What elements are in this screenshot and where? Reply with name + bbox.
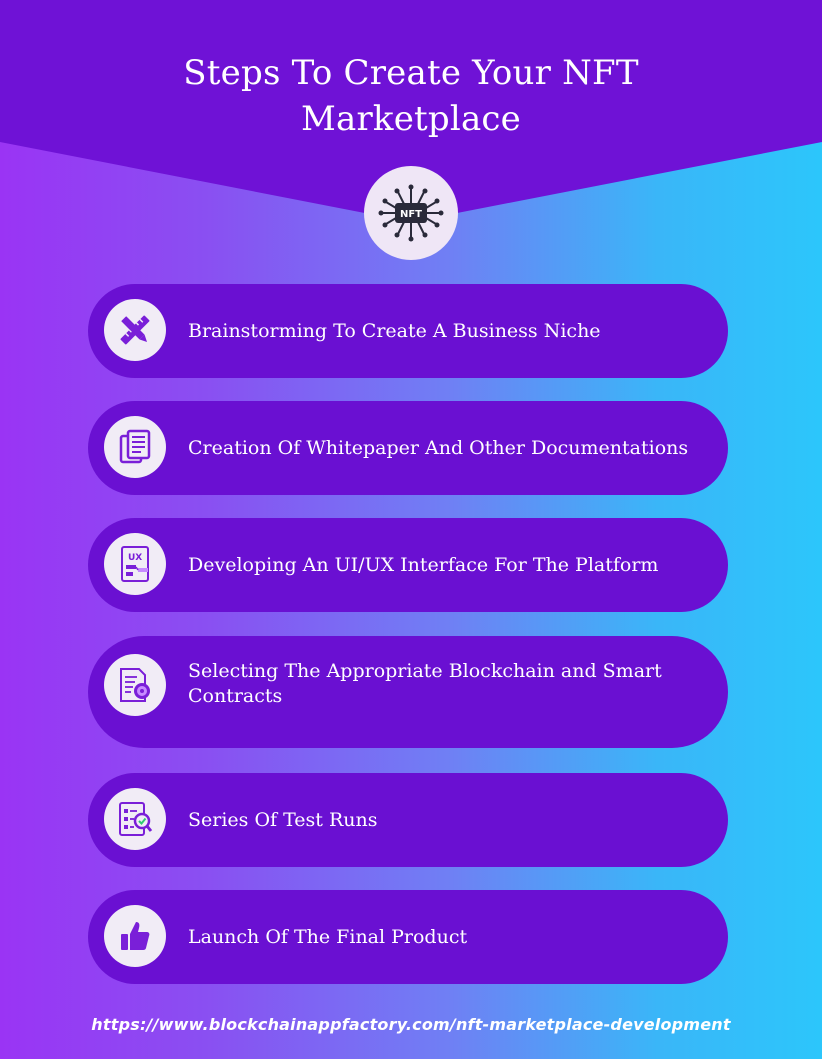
- documents-icon: [119, 429, 151, 464]
- step-brainstorming: Brainstorming To Create A Business Niche: [88, 284, 728, 378]
- step-icon-circle: [104, 416, 166, 478]
- step-label: Selecting The Appropriate Blockchain and…: [188, 660, 662, 707]
- infographic-page: Steps To Create Your NFT Marketplace NFT…: [0, 0, 822, 1059]
- step-label: Series Of Test Runs: [188, 808, 378, 831]
- step-label: Brainstorming To Create A Business Niche: [188, 319, 601, 342]
- step-label: Creation Of Whitepaper And Other Documen…: [188, 436, 689, 459]
- svg-text:UX: UX: [128, 553, 142, 563]
- step-icon-circle: [104, 654, 166, 716]
- step-icon-circle: [104, 788, 166, 850]
- step-label: Developing An UI/UX Interface For The Pl…: [188, 553, 659, 576]
- step-blockchain-selection: Selecting The Appropriate Blockchain and…: [88, 636, 728, 748]
- ux-design-icon: UX: [121, 546, 149, 582]
- pencil-ruler-icon: [120, 315, 150, 345]
- step-launch: Launch Of The Final Product: [88, 890, 728, 984]
- step-whitepaper: Creation Of Whitepaper And Other Documen…: [88, 401, 728, 495]
- title-line-2: Marketplace: [301, 99, 521, 139]
- step-icon-circle: [104, 299, 166, 361]
- nft-badge: NFT: [364, 166, 458, 260]
- page-title: Steps To Create Your NFT Marketplace: [0, 50, 822, 142]
- footer-url[interactable]: https://www.blockchainappfactory.com/nft…: [0, 1015, 822, 1034]
- test-checklist-icon: [119, 802, 153, 836]
- contract-target-icon: [120, 668, 150, 702]
- step-label: Launch Of The Final Product: [188, 925, 468, 948]
- step-ui-ux: UX Developing An UI/UX Interface For The…: [88, 518, 728, 612]
- step-icon-circle: UX: [104, 533, 166, 595]
- nft-circuit-icon: NFT: [378, 184, 444, 242]
- step-icon-circle: [104, 905, 166, 967]
- title-line-1: Steps To Create Your NFT: [183, 53, 639, 93]
- thumbs-up-icon: [121, 922, 150, 950]
- step-test-runs: Series Of Test Runs: [88, 773, 728, 867]
- nft-badge-text: NFT: [400, 209, 422, 220]
